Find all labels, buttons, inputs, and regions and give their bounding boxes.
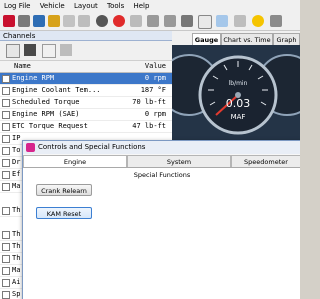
row-checkbox[interactable] [2,279,10,287]
row-checkbox[interactable] [2,267,10,275]
add-channel-icon[interactable] [42,44,56,58]
table-row[interactable]: Engine RPM 0 rpm [0,73,172,85]
menu-tools[interactable]: Tools [103,0,127,13]
row-checkbox[interactable] [2,111,10,119]
row-name: Ai [12,278,21,286]
menu-help[interactable]: Help [129,0,152,13]
channels-header: Channels [0,31,172,41]
row-checkbox[interactable] [2,147,10,155]
row-name: Ma [12,182,21,190]
row-checkbox[interactable] [2,171,10,179]
step-back-icon[interactable] [147,15,159,27]
row-checkbox[interactable] [2,231,10,239]
row-name: Scheduled Torque [12,98,80,106]
section-title: Special Functions [133,171,191,179]
row-checkbox[interactable] [2,255,10,263]
stop-icon[interactable] [96,15,108,27]
menu-bar: Log File Vehicle Layout Tools Help [0,0,300,13]
table-row[interactable]: ETC Torque Request 47 lb-ft [0,121,172,133]
new-channel-icon[interactable] [6,44,20,58]
gauge-value: 0.03 [226,97,251,110]
row-name: To [12,146,21,154]
tool-icon[interactable] [48,15,60,27]
remove-channel-icon[interactable] [60,44,72,56]
row-checkbox[interactable] [2,123,10,131]
grid-icon[interactable] [198,15,212,29]
gauge-label: MAF [231,113,246,121]
controls-dialog: Controls and Special Functions Engine Sy… [22,140,300,299]
row-checkbox[interactable] [2,99,10,107]
row-checkbox[interactable] [2,87,10,95]
save-icon[interactable] [33,15,45,27]
row-name: Th [12,230,21,238]
row-checkbox[interactable] [2,183,10,191]
record-icon[interactable] [3,15,15,27]
row-value: 187 °F [140,86,166,94]
gauge-panel: lb/min 0.03 MAF [172,45,300,140]
row-name: IP [12,134,21,142]
tab-engine[interactable]: Engine [23,155,127,167]
menu-vehicle[interactable]: Vehicle [36,0,68,13]
row-checkbox[interactable] [2,207,10,215]
row-checkbox[interactable] [2,243,10,251]
tab-chart-vs-time[interactable]: Chart vs. Time [221,33,273,45]
options-icon[interactable] [270,15,282,27]
row-checkbox[interactable] [2,159,10,167]
channels-toolbar [0,41,172,61]
folder-icon[interactable] [18,15,30,27]
table-row[interactable]: Engine RPM (SAE) 0 rpm [0,109,172,121]
row-name: Engine RPM (SAE) [12,110,80,118]
row-name: Th [12,254,21,262]
app-icon [26,143,35,152]
tab-gauge[interactable]: Gauge [192,33,221,45]
row-checkbox[interactable] [2,75,10,83]
play-icon[interactable] [78,15,90,27]
row-name: Sp [12,290,21,298]
row-value: 70 lb-ft [132,98,166,106]
row-value: 47 lb-ft [132,122,166,130]
dialog-body: Special Functions Crank Relearn KAM Rese… [23,168,300,299]
row-name: Ef [12,170,21,178]
tool2-icon[interactable] [234,15,246,27]
settings-icon[interactable] [63,15,75,27]
pause-icon[interactable] [130,15,142,27]
col-value[interactable]: Value [145,61,166,72]
row-name: Engine Coolant Tem... [12,86,101,94]
warning-icon[interactable] [252,15,264,27]
dialog-title: Controls and Special Functions [38,143,146,151]
row-name: Dr [12,158,21,166]
tab-system[interactable]: System [127,155,231,167]
row-name: Th [12,242,21,250]
view-tabs: Gauge Chart vs. Time Graph [172,31,300,45]
crank-relearn-button[interactable]: Crank Relearn [36,184,92,196]
menu-layout[interactable]: Layout [70,0,101,13]
table-row[interactable]: Engine Coolant Tem... 187 °F [0,85,172,97]
gauge-unit: lb/min [229,80,248,87]
menu-log-file[interactable]: Log File [0,0,33,13]
row-name: ETC Torque Request [12,122,88,130]
row-name: Engine RPM [12,74,55,82]
row-name: Th [12,206,21,214]
tab-graph[interactable]: Graph [273,33,300,45]
row-name: Ma [12,266,21,274]
dialog-tabs: Engine System Speedometer [23,154,300,168]
step-forward-icon[interactable] [164,15,176,27]
record-red-icon[interactable] [113,15,125,27]
table-header: Name Value [0,61,172,73]
dialog-titlebar[interactable]: Controls and Special Functions [23,141,300,155]
row-value: 0 rpm [144,110,166,118]
end-icon[interactable] [181,15,193,27]
row-checkbox[interactable] [2,291,10,299]
row-value: 0 rpm [144,74,166,82]
gauge-graphic: lb/min 0.03 MAF [172,54,300,135]
layout-icon[interactable] [216,15,228,27]
table-row[interactable]: Scheduled Torque 70 lb-ft [0,97,172,109]
col-name[interactable]: Name [14,61,31,72]
tab-speedometer[interactable]: Speedometer [231,155,300,167]
kam-reset-button[interactable]: KAM Reset [36,207,92,219]
app-window: Log File Vehicle Layout Tools Help Chann… [0,0,300,299]
main-toolbar [0,13,300,31]
save-channel-icon[interactable] [24,44,36,56]
row-checkbox[interactable] [2,135,10,143]
